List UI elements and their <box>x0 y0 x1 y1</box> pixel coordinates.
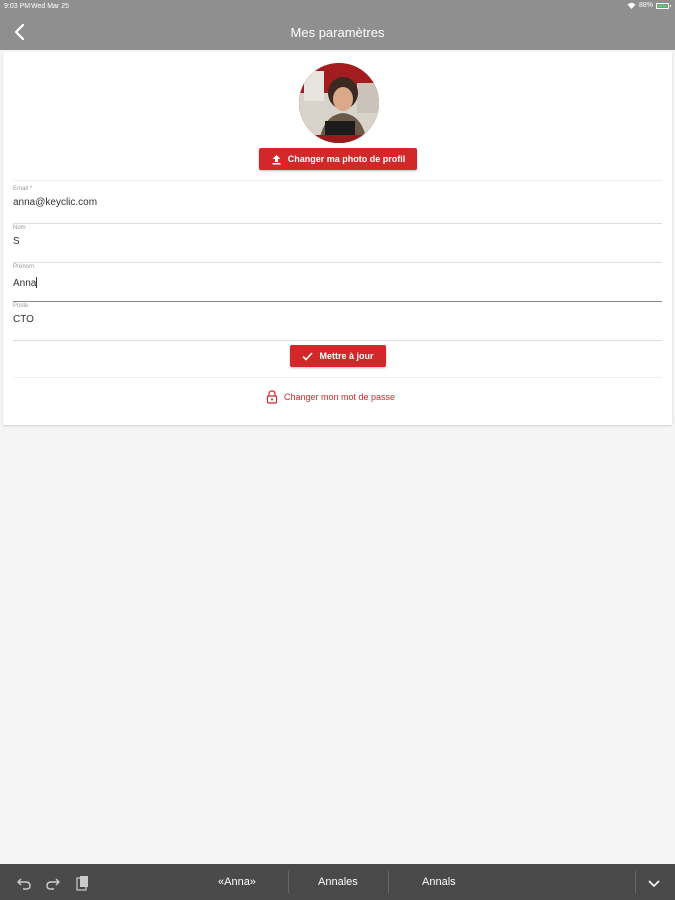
update-button[interactable]: Mettre à jour <box>290 345 386 367</box>
prenom-input[interactable]: Anna <box>13 277 662 289</box>
nav-bar: Mes paramètres <box>0 14 675 50</box>
paste-icon[interactable] <box>74 875 90 891</box>
suggestion-3[interactable]: Annals <box>422 876 456 888</box>
keyboard-dismiss-icon[interactable] <box>646 875 662 891</box>
divider <box>13 180 662 181</box>
profile-avatar <box>299 63 379 143</box>
update-label: Mettre à jour <box>319 351 374 361</box>
status-time: 9:03 PM <box>4 3 31 10</box>
suggestion-1[interactable]: «Anna» <box>218 876 256 888</box>
prenom-label: Prénom <box>13 264 35 270</box>
change-password-link[interactable]: Changer mon mot de passe <box>266 390 395 404</box>
prenom-field[interactable]: Prénom Anna <box>13 264 662 302</box>
prenom-value: Anna <box>13 278 37 289</box>
checkmark-icon <box>302 351 314 361</box>
wifi-icon <box>627 2 636 9</box>
poste-field[interactable]: Poste <box>13 303 662 341</box>
change-photo-button[interactable]: Changer ma photo de profil <box>259 148 417 170</box>
status-date: Wed Mar 25 <box>31 3 69 10</box>
separator <box>388 871 389 893</box>
poste-label: Poste <box>13 303 29 309</box>
status-right: 88% <box>627 2 671 9</box>
keyboard-shortcut-bar: «Anna» Annales Annals <box>0 864 675 900</box>
undo-icon[interactable] <box>16 875 32 891</box>
settings-card: Changer ma photo de profil Email * Nom P… <box>3 52 672 425</box>
battery-percent: 88% <box>638 2 653 9</box>
nom-field[interactable]: Nom <box>13 225 662 263</box>
battery-icon <box>656 2 671 9</box>
profile-photo-image <box>299 63 379 143</box>
status-bar: 9:03 PM Wed Mar 25 88% <box>0 0 675 14</box>
separator <box>635 871 636 893</box>
page-title: Mes paramètres <box>290 25 385 40</box>
email-field[interactable]: Email * <box>13 186 662 224</box>
email-input[interactable] <box>13 197 662 208</box>
email-label: Email * <box>13 186 33 192</box>
upload-icon <box>272 154 281 164</box>
text-caret <box>36 277 38 288</box>
lock-icon <box>266 390 278 404</box>
suggestion-2[interactable]: Annales <box>318 876 358 888</box>
change-photo-label: Changer ma photo de profil <box>287 154 406 164</box>
change-password-label: Changer mon mot de passe <box>284 392 396 402</box>
separator <box>288 871 289 893</box>
nom-input[interactable] <box>13 236 662 247</box>
nom-label: Nom <box>13 225 26 231</box>
redo-icon[interactable] <box>45 875 61 891</box>
divider <box>13 377 662 378</box>
poste-input[interactable] <box>13 314 662 325</box>
